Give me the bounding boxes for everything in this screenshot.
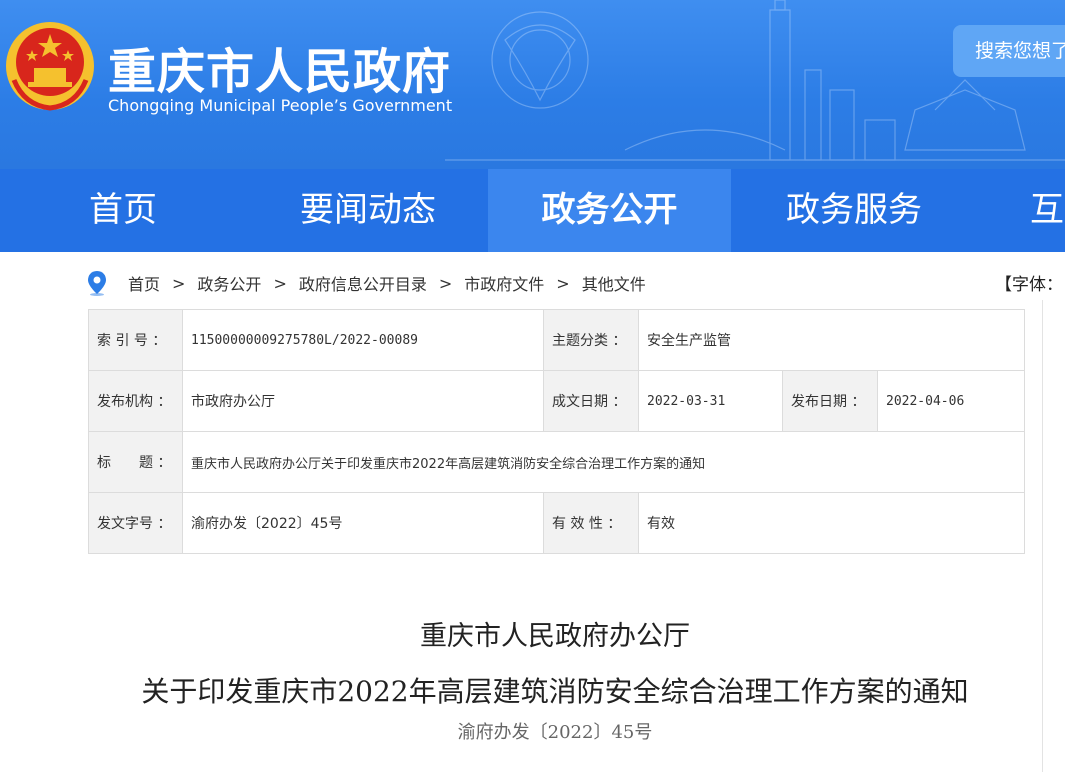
title-value: 重庆市人民政府办公厅关于印发重庆市2022年高层建筑消防安全综合治理工作方案的通… (181, 431, 1026, 493)
nav-item-services[interactable]: 政务服务 (758, 169, 950, 252)
doc-number-label: 发文字号 ： (88, 492, 183, 554)
site-subtitle: Chongqing Municipal People’s Government (108, 96, 453, 115)
topic-value: 安全生产监管 (637, 309, 1026, 371)
issuer-value: 市政府办公厅 (182, 370, 544, 432)
validity-value: 有效 (637, 492, 1026, 554)
breadcrumb-separator: > (172, 273, 186, 293)
site-title: 重庆市人民政府 (108, 44, 452, 100)
topic-label: 主题分类 ： (543, 309, 639, 371)
national-emblem-icon (6, 22, 94, 111)
nav-item-news[interactable]: 要闻动态 (270, 169, 466, 252)
breadcrumb-separator: > (438, 273, 453, 293)
validity-label: 有 效 性 ： (543, 492, 639, 554)
doc-number-value: 渝府办发〔2022〕45号 (182, 492, 544, 554)
search-input[interactable]: 搜索您想了 (953, 25, 1065, 77)
main-nav: 首页 要闻动态 政务公开 政务服务 互 (0, 169, 1065, 252)
breadcrumb-other-docs[interactable]: 其他文件 (582, 271, 646, 295)
document-number: 渝府办发〔2022〕45号 (457, 722, 653, 743)
table-row: 索 引 号 ： 11500000009275780L/2022-00089 主题… (88, 309, 1026, 371)
location-pin-icon (88, 271, 106, 296)
site-header: 重庆市人民政府 Chongqing Municipal People’s Gov… (0, 0, 1065, 169)
breadcrumb-city-docs[interactable]: 市政府文件 (464, 271, 544, 295)
breadcrumb-info-catalog[interactable]: 政府信息公开目录 (299, 271, 427, 295)
document-title-line1: 重庆市人民政府办公厅 (420, 621, 690, 652)
published-date-label: 发布日期 ： (782, 370, 878, 432)
nav-item-interaction[interactable]: 互 (1030, 169, 1065, 252)
breadcrumb-separator: > (556, 273, 570, 293)
nav-item-gov-affairs[interactable]: 政务公开 (488, 169, 731, 252)
title-label: 标 题 ： (88, 431, 183, 493)
table-row: 发布机构 ： 市政府办公厅 成文日期 ： 2022-03-31 发布日期 ： 2… (88, 370, 1026, 432)
table-row: 标 题 ： 重庆市人民政府办公厅关于印发重庆市2022年高层建筑消防安全综合治理… (88, 431, 1026, 493)
nav-item-home[interactable]: 首页 (50, 169, 196, 252)
table-row: 发文字号 ： 渝府办发〔2022〕45号 有 效 性 ： 有效 (88, 492, 1026, 554)
breadcrumb-separator: > (273, 273, 287, 293)
published-date-value: 2022-04-06 (876, 370, 1026, 432)
breadcrumb-gov-affairs[interactable]: 政务公开 (197, 271, 261, 295)
font-size-control[interactable]: 【字体： (995, 270, 1063, 295)
breadcrumb: 首页 > 政务公开 > 政府信息公开目录 > 市政府文件 > 其他文件 (86, 268, 646, 298)
index-value: 11500000009275780L/2022-00089 (182, 309, 544, 371)
document-info-table: 索 引 号 ： 11500000009275780L/2022-00089 主题… (88, 309, 1026, 554)
document-title-line2: 关于印发重庆市2022年高层建筑消防安全综合治理工作方案的通知 (141, 675, 969, 708)
created-date-value: 2022-03-31 (638, 370, 783, 432)
issuer-label: 发布机构 ： (88, 370, 183, 432)
index-label: 索 引 号 ： (88, 309, 183, 371)
breadcrumb-home[interactable]: 首页 (128, 271, 160, 295)
created-date-label: 成文日期 ： (543, 370, 639, 432)
